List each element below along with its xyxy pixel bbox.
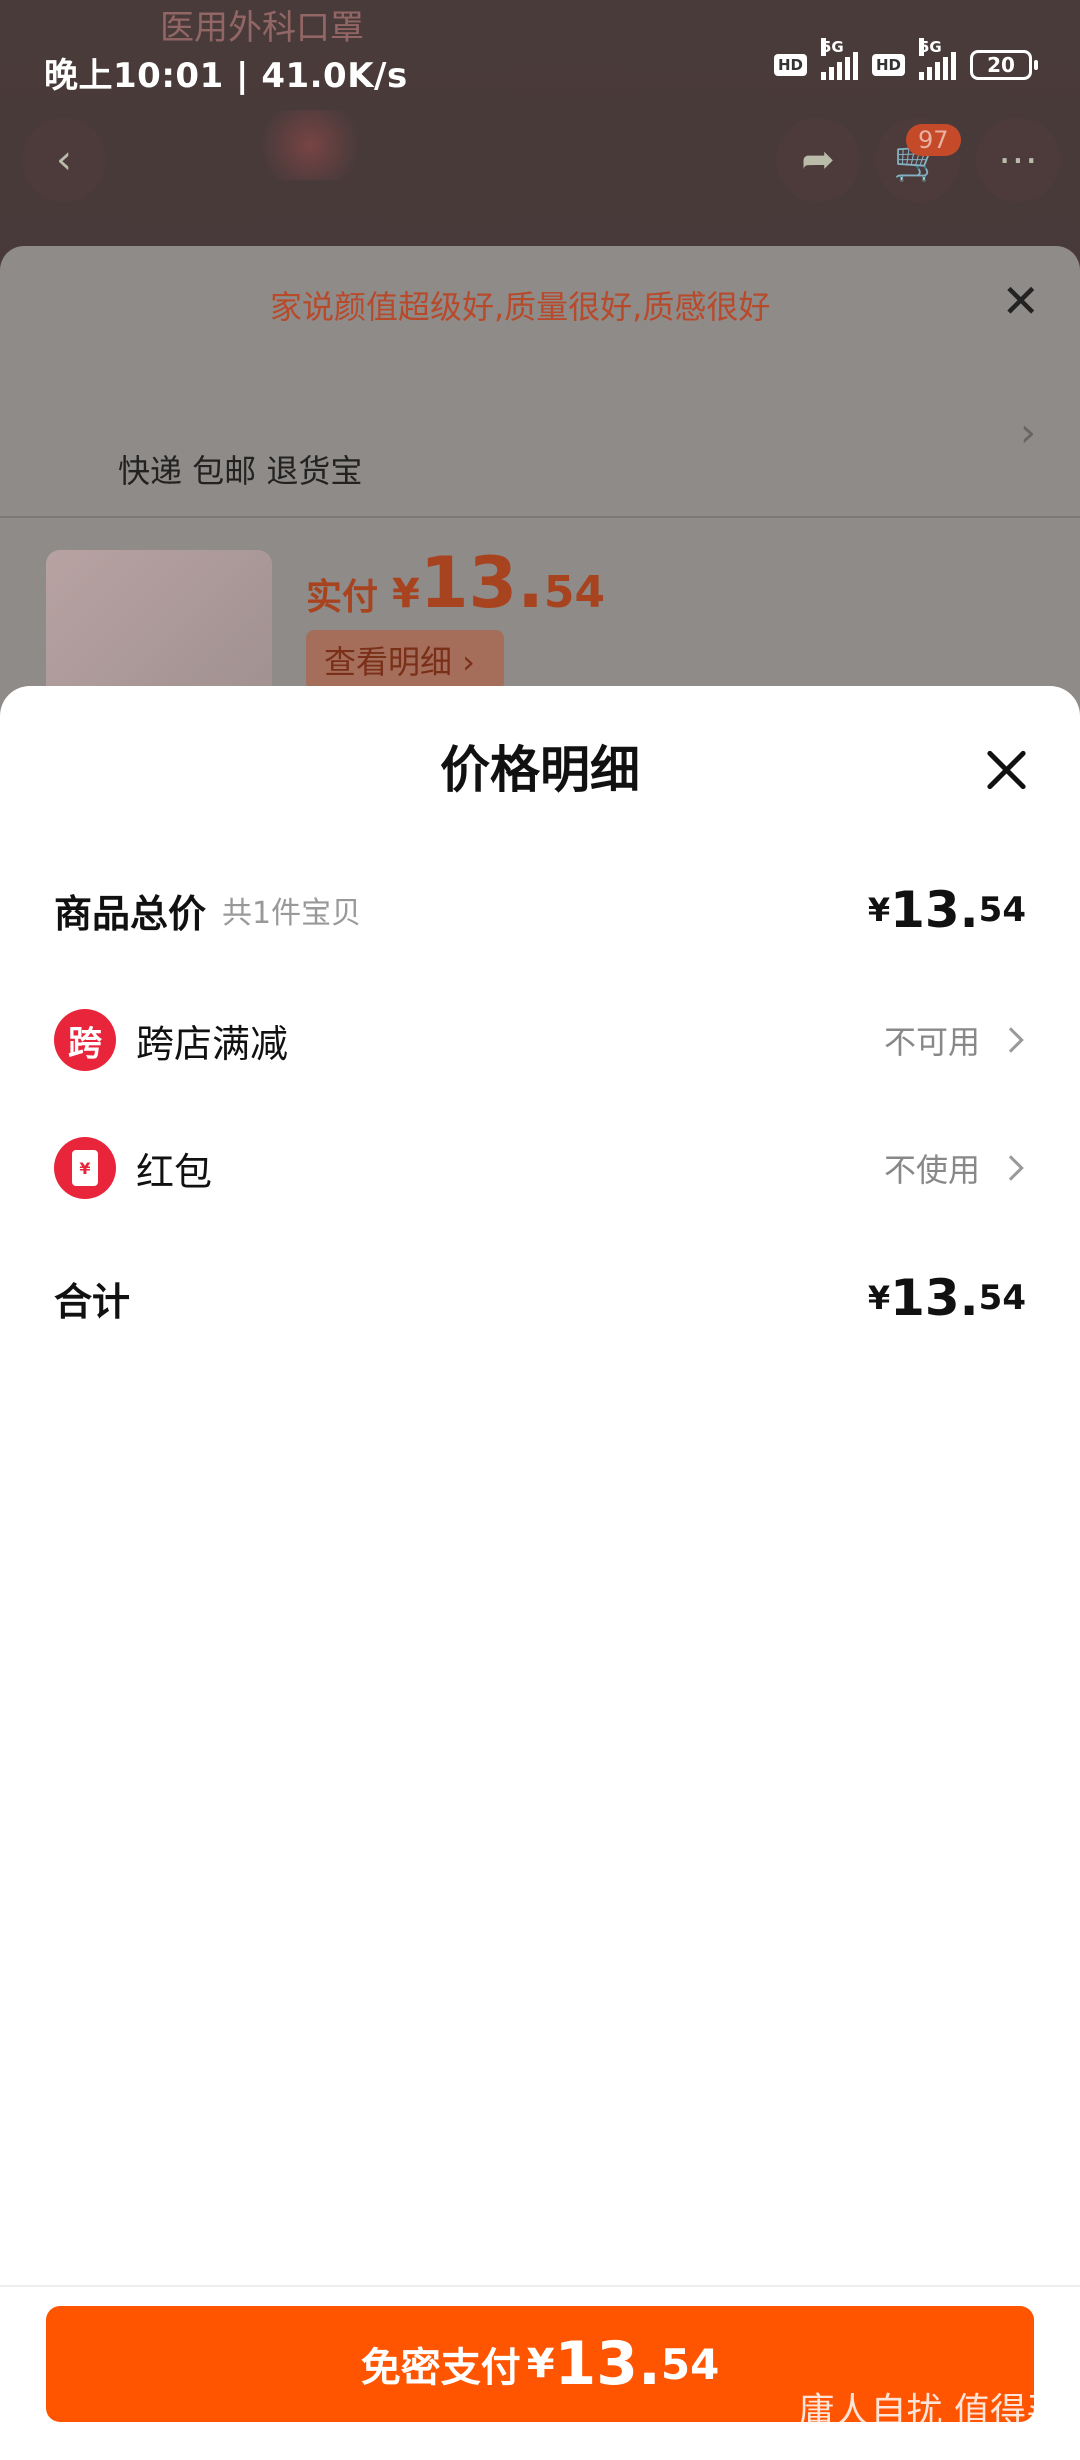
- status-time: 晚上10:01 | 41.0K/s: [44, 56, 408, 96]
- hd-badge: HD: [871, 54, 905, 76]
- order-pay-label: 实付: [306, 577, 379, 618]
- status-bar: 晚上10:01 | 41.0K/s HD 5G HD 5G 20: [0, 0, 1080, 140]
- price-detail-sheet: 价格明细 商品总价 共1件宝贝 ¥13. 54 跨 跨店满减 不可用 ¥ 红包 不…: [0, 686, 1080, 2460]
- status-indicators: HD 5G HD 5G 20: [773, 38, 1038, 80]
- order-chevron-icon[interactable]: ›: [1020, 410, 1036, 456]
- total-row: 合计 ¥13. 54: [54, 1258, 1026, 1338]
- red-packet-label: 红包: [136, 1149, 213, 1194]
- cross-store-discount-label: 跨店满减: [136, 1021, 289, 1066]
- total-price: ¥13. 54: [867, 1269, 1026, 1327]
- total-goods-price: ¥13. 54: [867, 881, 1026, 939]
- total-label: 合计: [54, 1279, 131, 1324]
- order-promo-text: 家说颜值超级好,质量很好,质感很好: [270, 288, 771, 326]
- sheet-title: 价格明细: [440, 741, 640, 799]
- network-type-label: 5G: [820, 38, 844, 56]
- cross-store-status: 不可用: [884, 1017, 1026, 1063]
- hd-badge: HD: [773, 54, 807, 76]
- battery-icon: 20: [970, 50, 1038, 80]
- total-goods-row: 商品总价 共1件宝贝 ¥13. 54: [54, 870, 1026, 950]
- divider: [0, 516, 1080, 518]
- order-close-icon[interactable]: ✕: [1001, 274, 1040, 328]
- order-courier-text: 快递 包邮 退货宝: [118, 452, 363, 490]
- close-icon[interactable]: [982, 746, 1030, 794]
- divider: [0, 2285, 1080, 2287]
- chevron-right-icon: [998, 1027, 1024, 1053]
- cross-store-icon: 跨: [54, 1009, 116, 1071]
- view-detail-button[interactable]: 查看明细 ›: [306, 630, 504, 690]
- red-packet-status: 不使用: [884, 1145, 1026, 1191]
- network-type-label: 5G: [919, 38, 942, 56]
- watermark: 庸人自扰 值得买 zhizhizhi.com: [798, 2391, 1062, 2455]
- signal-icon: 5G: [919, 38, 956, 80]
- red-packet-row[interactable]: ¥ 红包 不使用: [54, 1128, 1026, 1208]
- order-pay-amount: ¥13.54: [392, 542, 606, 624]
- cross-store-discount-row[interactable]: 跨 跨店满减 不可用: [54, 1000, 1026, 1080]
- pay-button-label: 免密支付: [360, 2345, 521, 2391]
- red-packet-icon: ¥: [54, 1137, 116, 1199]
- signal-icon: 5G: [820, 38, 858, 80]
- chevron-right-icon: [998, 1155, 1024, 1181]
- total-goods-label: 商品总价: [54, 891, 207, 936]
- item-count: 共1件宝贝: [222, 896, 362, 931]
